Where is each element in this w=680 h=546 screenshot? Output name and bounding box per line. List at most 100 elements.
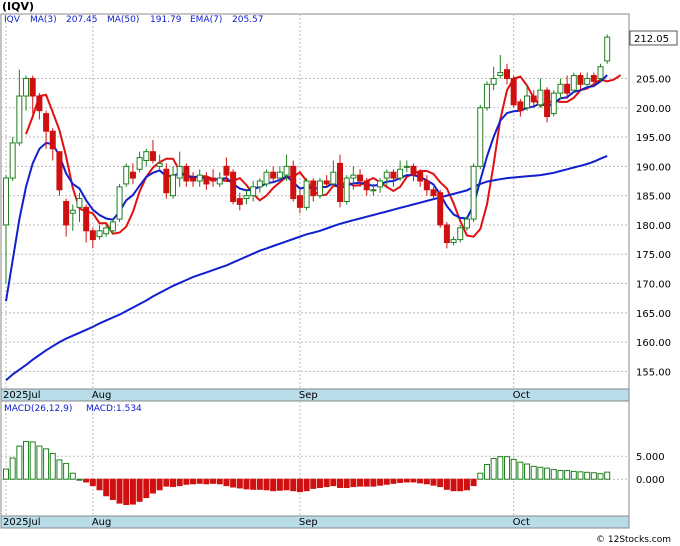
x-tick-label: Sep: [299, 390, 318, 401]
x-tick-label: 2025Jul: [3, 390, 41, 401]
macd-bar: [417, 478, 424, 484]
macd-bar: [537, 466, 544, 480]
macd-bar: [103, 478, 110, 497]
legend-ticker: IQV: [4, 15, 21, 25]
macd-bar: [236, 478, 243, 489]
macd-bar: [490, 458, 497, 480]
macd-bar: [29, 441, 36, 480]
macd-bar: [590, 472, 597, 480]
macd-bar: [450, 478, 457, 492]
macd-bar: [36, 445, 43, 480]
price-y-tick-label: 160.00: [636, 338, 671, 349]
price-x-axis: 2025Jul Aug Sep Oct: [0, 388, 630, 402]
macd-bar: [49, 452, 56, 480]
macd-bar: [223, 478, 230, 487]
price-y-tick-label: 190.00: [636, 162, 671, 173]
macd-bar: [390, 478, 397, 484]
macd-bar: [357, 478, 364, 487]
macd-bar: [477, 472, 484, 480]
macd-bar: [183, 478, 190, 485]
candle: [343, 175, 350, 205]
macd-bar: [403, 478, 410, 483]
macd-bar: [63, 463, 70, 480]
candle: [116, 183, 123, 223]
candle: [123, 163, 130, 187]
macd-y-tick-label: 0.000: [636, 475, 665, 486]
price-y-tick-label: 165.00: [636, 309, 671, 320]
macd-bar: [196, 478, 203, 484]
macd-bar: [517, 461, 524, 480]
macd-bar: [270, 478, 277, 492]
macd-panel: 0.000 5.000 MACD(26,12,9) MACD:1.534: [0, 400, 665, 517]
macd-bar: [530, 465, 537, 480]
macd-bar: [283, 478, 290, 491]
macd-bar: [423, 478, 430, 485]
macd-bar: [470, 478, 477, 487]
candle: [550, 90, 557, 117]
macd-bar: [76, 478, 83, 481]
x-tick-label: Oct: [513, 390, 530, 401]
price-panel: 155.00 160.00 165.00 170.00 175.00 180.00 185.…: [0, 13, 678, 390]
macd-bar: [230, 478, 237, 488]
macd-bar: [524, 463, 531, 480]
macd-title: MACD(26,12,9): [4, 404, 72, 414]
x-tick-label: Aug: [92, 390, 112, 401]
macd-bar: [483, 463, 490, 480]
price-y-tick-label: 175.00: [636, 250, 671, 261]
candle: [303, 178, 310, 211]
legend-ma3-value: 207.45: [66, 15, 98, 25]
macd-bar: [597, 473, 604, 480]
macd-bar: [557, 469, 564, 480]
legend-ma3-label: MA(3): [30, 15, 57, 25]
candle: [597, 63, 604, 82]
macd-bar: [69, 472, 76, 480]
last-price-value: 212.05: [634, 34, 669, 45]
price-y-tick-label: 180.00: [636, 221, 671, 232]
candle: [477, 104, 484, 170]
candle: [457, 224, 464, 243]
candle: [604, 34, 611, 64]
macd-bar: [584, 471, 591, 480]
macd-bar: [56, 459, 63, 480]
macd-bar: [570, 470, 577, 480]
candle: [437, 189, 444, 228]
candle: [263, 169, 270, 187]
price-y-tick-label: 195.00: [636, 133, 671, 144]
macd-bar: [116, 478, 123, 504]
candle: [56, 151, 63, 196]
macd-bar: [263, 478, 270, 491]
macd-bar: [290, 478, 297, 492]
macd-bar: [510, 458, 517, 480]
macd-bar: [377, 478, 384, 486]
macd-bar: [190, 478, 197, 485]
legend-ma50-label: MA(50): [107, 15, 139, 25]
price-plot-area: [0, 13, 630, 390]
legend-ma50-value: 191.79: [150, 15, 182, 25]
macd-bar: [276, 478, 283, 491]
macd-bar: [430, 478, 437, 486]
macd-bar: [9, 457, 16, 480]
macd-bar: [203, 478, 210, 485]
macd-bar: [604, 471, 611, 480]
macd-bar: [3, 468, 9, 480]
x-tick-label: Oct: [513, 517, 530, 528]
x-tick-label: Aug: [92, 517, 112, 528]
macd-bar: [323, 478, 330, 488]
price-y-tick-label: 170.00: [636, 280, 671, 291]
macd-bar: [370, 478, 377, 487]
price-y-tick-label: 185.00: [636, 192, 671, 203]
macd-bar: [343, 478, 350, 488]
macd-bar: [83, 478, 90, 483]
macd-bar: [310, 478, 317, 489]
macd-bar: [96, 478, 103, 491]
macd-bar: [383, 478, 390, 485]
macd-bar: [397, 478, 404, 483]
macd-bar: [129, 478, 136, 505]
candle: [230, 169, 237, 205]
candle: [510, 75, 517, 108]
macd-bar: [123, 478, 130, 506]
macd-bar: [109, 478, 116, 500]
x-tick-label: 2025Jul: [3, 517, 41, 528]
price-y-tick-label: 205.00: [636, 74, 671, 85]
chart-title: (IQV): [2, 0, 34, 13]
